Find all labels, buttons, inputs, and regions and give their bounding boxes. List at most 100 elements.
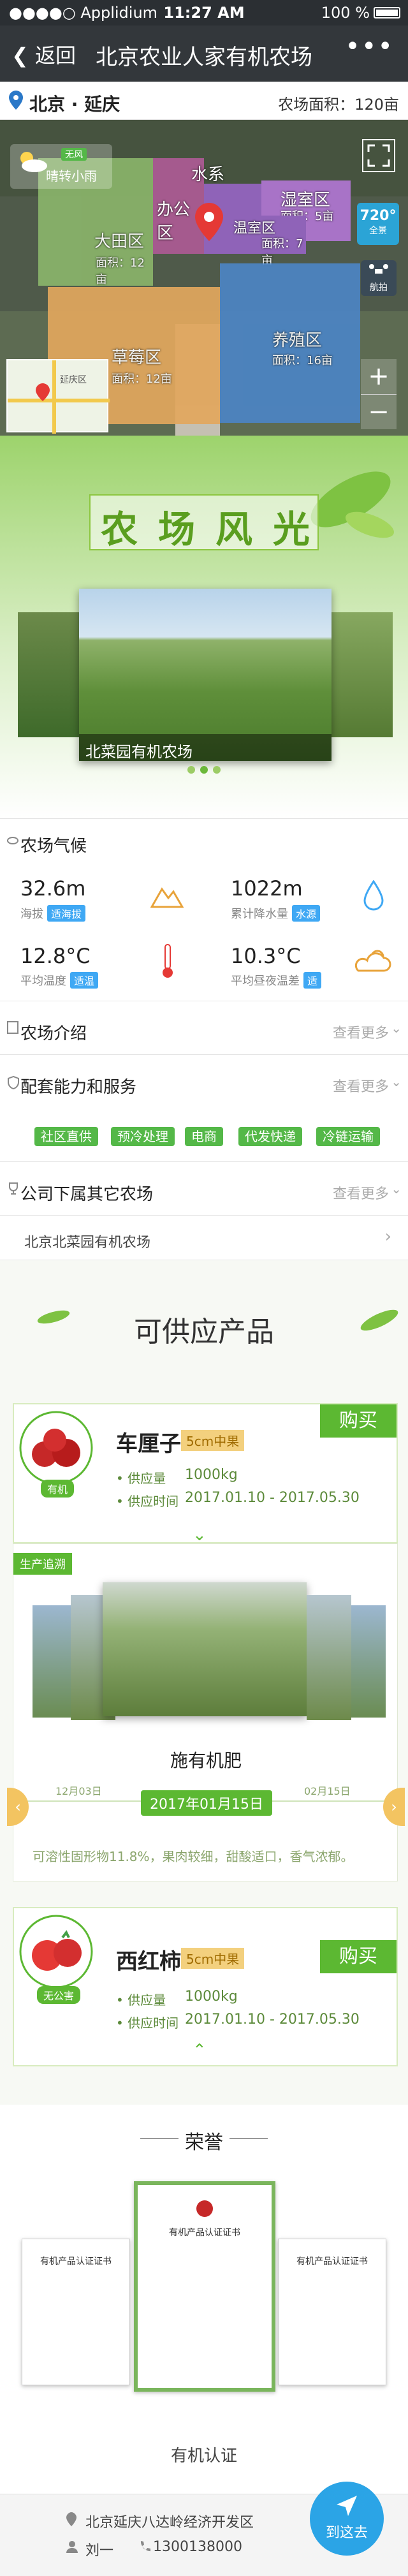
trace-prev-button[interactable]: ‹ xyxy=(7,1788,29,1826)
location-pin-icon xyxy=(66,2512,76,2526)
contact-footer: 北京延庆八达岭经济开发区 刘一 1300138000 到这去 xyxy=(0,2482,408,2576)
farm-map[interactable]: 大田区 面积：12亩 办公区 湿室区 面积：5亩 温室区 面积：7亩 草莓区 面… xyxy=(0,120,408,436)
altitude-label-text: 海拔 xyxy=(20,908,43,921)
water-drop-icon xyxy=(363,880,384,911)
temperature-value: 12.8°C xyxy=(20,944,91,968)
honor-divider-right xyxy=(229,2138,268,2139)
trace-photo-main[interactable] xyxy=(103,1582,307,1716)
navigation-bar: ❮ 返回 北京农业人家有机农场 ••• xyxy=(0,26,408,82)
scenery-title-char-3: 风 xyxy=(215,508,252,551)
navigation-arrow-icon xyxy=(337,2496,357,2516)
weather-text: 晴转小雨 xyxy=(46,168,97,184)
minimap-road-vertical xyxy=(52,360,56,434)
zoom-out-button[interactable]: − xyxy=(361,394,397,429)
fullscreen-button[interactable] xyxy=(362,139,395,172)
product-card-tomato[interactable]: 无公害 西红柿 5cm中果 购买 • 供应量 1000kg • 供应时间 201… xyxy=(13,1907,398,2066)
time-label-text: 供应时间 xyxy=(127,2015,179,2031)
map-pin-icon[interactable] xyxy=(195,203,223,241)
cherry-image xyxy=(19,1411,93,1485)
certification-emblem-icon xyxy=(196,2200,213,2217)
company-farms-title: 公司下属其它农场 xyxy=(20,1185,154,1204)
temperature-label: 平均温度 适温 xyxy=(20,972,99,989)
buy-button[interactable]: 购买 xyxy=(320,1404,397,1438)
trace-photo-left[interactable] xyxy=(33,1605,71,1718)
document-icon xyxy=(7,1021,18,1034)
farm-intro-more[interactable]: 查看更多 xyxy=(333,1022,389,1042)
traceability-panel: 生产追溯 施有机肥 2017年01月15日 12月03日 02月15日 ‹ › … xyxy=(7,1543,405,1881)
carousel-dot-1[interactable] xyxy=(187,766,195,774)
field-water[interactable]: 水系 xyxy=(191,161,229,184)
cloud-sun-outline-icon xyxy=(354,950,391,972)
navigate-button[interactable]: 到这去 xyxy=(310,2482,384,2556)
supply-value: 1000kg xyxy=(185,1467,238,1483)
altitude-label: 海拔 适海拔 xyxy=(20,905,86,922)
field-greenhouse[interactable]: 温室区 面积：7亩 xyxy=(229,216,306,267)
scenery-photo-right[interactable] xyxy=(332,612,393,737)
farm-intro-row[interactable]: 农场介绍 查看更多 ⌄ xyxy=(0,1001,408,1055)
field-yangzhi[interactable]: 养殖区 面积：16亩 xyxy=(220,263,360,423)
city-label[interactable]: 北京 · 延庆 xyxy=(29,91,120,116)
panorama-value: 720° xyxy=(360,208,397,224)
certificate-center[interactable]: 有机产品认证证书 xyxy=(134,2181,275,2392)
company-farms-more[interactable]: 查看更多 xyxy=(333,1182,389,1203)
zoom-in-button[interactable]: + xyxy=(361,359,397,394)
scenery-photo-caption: 北菜园有机农场 xyxy=(79,734,332,761)
minimap-road xyxy=(8,399,110,402)
minimap[interactable]: 延庆区 xyxy=(6,359,110,434)
temperature-tag: 适温 xyxy=(70,972,99,989)
trace-next-button[interactable]: › xyxy=(383,1788,405,1826)
trace-timeline-left: 12月03日 xyxy=(55,1785,102,1797)
certificate-center-title: 有机产品认证证书 xyxy=(169,2228,240,2238)
footer-phone[interactable]: 1300138000 xyxy=(153,2539,242,2555)
expand-icon xyxy=(367,144,390,167)
cloud-sun-icon xyxy=(20,152,47,172)
trophy-icon xyxy=(9,1182,18,1195)
phone-icon xyxy=(140,2541,150,2551)
temp-diff-tag: 适 xyxy=(303,972,322,989)
product-badge: 无公害 xyxy=(37,1986,81,2004)
field-yangzhi-area: 面积：16亩 xyxy=(272,354,333,367)
scenery-photo-left[interactable] xyxy=(18,612,79,737)
field-caomei-area: 面积：12亩 xyxy=(112,372,172,386)
supply-value: 1000kg xyxy=(185,1989,238,2005)
aerial-button[interactable]: 航拍 xyxy=(361,260,397,296)
trace-photo-right2[interactable] xyxy=(307,1595,351,1720)
company-farm-item[interactable]: 北京北菜园有机农场 › xyxy=(0,1216,408,1260)
supply-label-text: 供应量 xyxy=(127,1992,166,2008)
person-icon xyxy=(66,2541,78,2553)
carousel-dot-3[interactable] xyxy=(213,766,221,774)
certificate-left[interactable]: 有机产品认证证书 xyxy=(22,2239,130,2385)
trace-step-title: 施有机肥 xyxy=(170,1750,242,1771)
chevron-down-icon[interactable]: ⌄ xyxy=(193,1526,207,1545)
service-tag: 代发快递 xyxy=(238,1127,302,1146)
drone-icon xyxy=(369,264,388,274)
certificate-right[interactable]: 有机产品认证证书 xyxy=(278,2239,386,2385)
certificate-label: 有机认证 xyxy=(170,2447,237,2466)
time-label: • 供应时间 xyxy=(116,2015,179,2031)
field-caomei-label: 草莓区 xyxy=(112,348,162,367)
thermometer-icon xyxy=(163,944,173,978)
service-tag: 社区直供 xyxy=(34,1127,98,1146)
chevron-down-icon: ⌄ xyxy=(391,1181,402,1196)
farm-area-label: 农场面积：120亩 xyxy=(278,96,399,114)
services-more[interactable]: 查看更多 xyxy=(333,1075,389,1096)
service-tag: 预冷处理 xyxy=(111,1127,175,1146)
map-weather-widget[interactable]: 无风 晴转小雨 xyxy=(10,144,112,189)
scenery-photo-main[interactable]: 北菜园有机农场 xyxy=(79,589,332,761)
traceability-label: 生产追溯 xyxy=(13,1553,72,1575)
chevron-up-icon[interactable]: ⌃ xyxy=(193,2041,207,2060)
tomato-image xyxy=(19,1915,93,1989)
minimap-pin-icon xyxy=(36,383,50,401)
company-farms-header[interactable]: 公司下属其它农场 查看更多 ⌄ xyxy=(0,1162,408,1216)
scenery-title-char-4: 光 xyxy=(272,508,310,551)
more-menu-button[interactable]: ••• xyxy=(345,32,394,61)
buy-button[interactable]: 购买 xyxy=(320,1940,397,1973)
trace-timeline-right: 02月15日 xyxy=(304,1785,351,1797)
panorama-button[interactable]: 720° 全景 xyxy=(357,203,399,245)
trace-photo-right[interactable] xyxy=(351,1605,386,1718)
footer-contact: 刘一 xyxy=(85,2543,114,2559)
carousel-dot-2[interactable] xyxy=(200,766,208,774)
product-card-cherry[interactable]: 有机 车厘子 5cm中果 购买 • 供应量 1000kg • 供应时间 2017… xyxy=(13,1403,398,1545)
time-value: 2017.01.10 - 2017.05.30 xyxy=(185,2012,360,2028)
supply-label-text: 供应量 xyxy=(127,1471,166,1486)
